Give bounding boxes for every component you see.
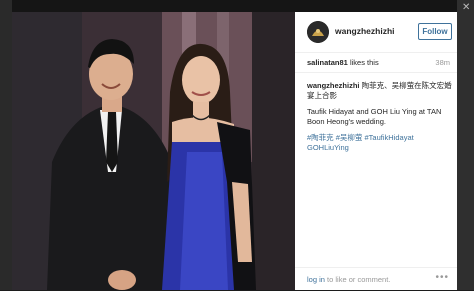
- post-photo[interactable]: [12, 12, 295, 290]
- username-link[interactable]: wangzhezhizhi: [335, 26, 395, 36]
- likes-text: salinatan81 likes this: [307, 58, 379, 67]
- likes-row: salinatan81 likes this 38m: [295, 52, 457, 73]
- post-modal: wangzhezhizhi Follow salinatan81 likes t…: [12, 12, 457, 290]
- post-timestamp[interactable]: 38m: [435, 58, 450, 67]
- post-caption: wangzhezhizhi 陶菲克、吴柳萤在陈文宏婚宴上合影 Taufik Hi…: [307, 81, 452, 153]
- likes-suffix: likes this: [347, 58, 379, 67]
- caption-english-text: Taufik Hidayat and GOH Liu Ying at TAN B…: [307, 107, 442, 126]
- caption-hashtags-continued[interactable]: GOHLiuYing: [307, 143, 452, 153]
- login-prompt-suffix: to like or comment.: [324, 275, 391, 284]
- background-page-right: [457, 0, 474, 290]
- caption-hashtags[interactable]: #陶菲克 #吴柳萤 #TaufikHidayat: [307, 133, 452, 143]
- post-detail-panel: wangzhezhizhi Follow salinatan81 likes t…: [295, 12, 457, 290]
- close-icon[interactable]: ✕: [462, 2, 470, 13]
- liker-username[interactable]: salinatan81: [307, 58, 348, 67]
- background-page-left: [0, 0, 12, 290]
- post-header: wangzhezhizhi Follow: [295, 12, 457, 53]
- avatar[interactable]: [307, 21, 329, 43]
- post-footer: log in to like or comment. •••: [295, 267, 457, 291]
- login-prompt: log in to like or comment.: [307, 275, 390, 284]
- follow-button[interactable]: Follow: [418, 23, 452, 40]
- ellipsis-icon[interactable]: •••: [435, 272, 449, 283]
- caption-username[interactable]: wangzhezhizhi: [307, 81, 360, 90]
- login-link[interactable]: log in: [307, 275, 325, 284]
